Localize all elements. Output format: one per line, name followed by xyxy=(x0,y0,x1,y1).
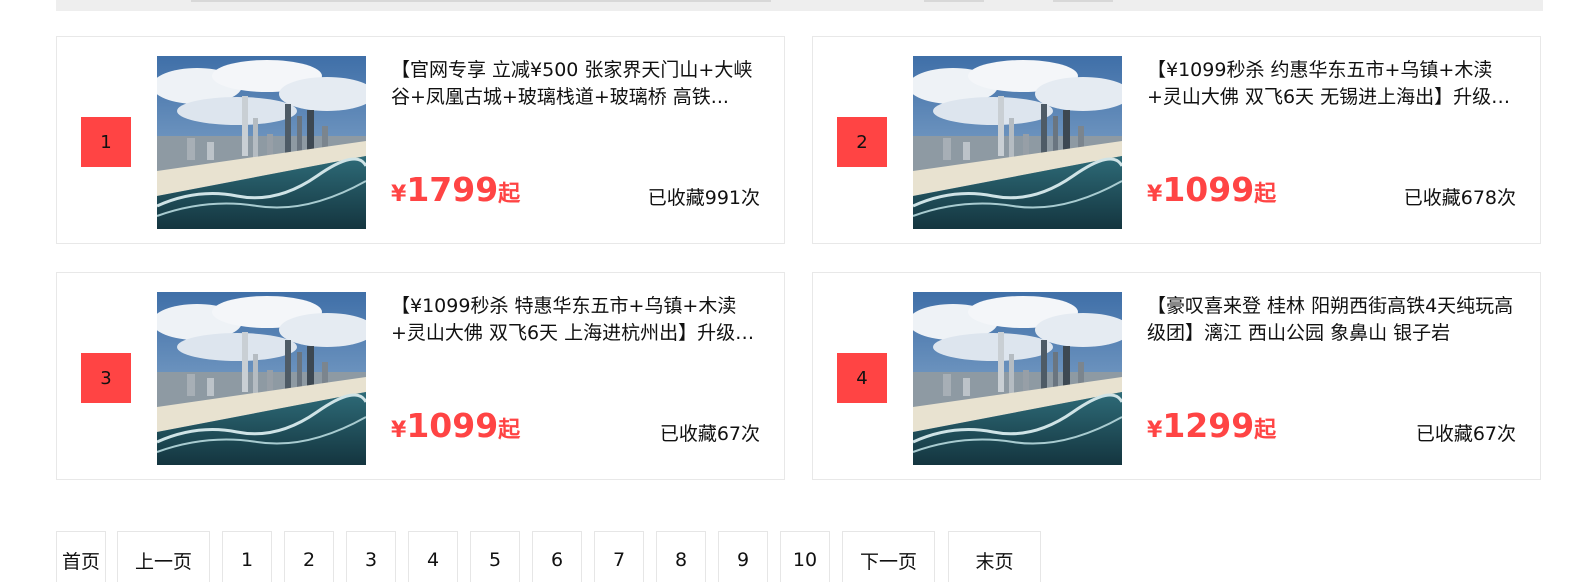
price-value: 1099 xyxy=(1162,170,1255,209)
price-value: 1299 xyxy=(1162,406,1255,445)
top-button-edge xyxy=(1053,0,1113,2)
page-button-2[interactable]: 2 xyxy=(284,531,334,582)
price-suffix: 起 xyxy=(1254,418,1277,443)
rank-badge: 4 xyxy=(837,353,887,403)
top-button-edge xyxy=(924,0,984,2)
price-currency: ¥ xyxy=(1147,418,1163,443)
price-currency: ¥ xyxy=(391,418,407,443)
product-image[interactable] xyxy=(913,56,1122,229)
product-title[interactable]: 【¥1099秒杀 特惠华东五市+乌镇+木渎+灵山大佛 双飞6天 上海进杭州出】升… xyxy=(391,293,763,347)
favorites-count: 已收藏678次 xyxy=(1403,187,1516,209)
rank-badge: 1 xyxy=(81,117,131,167)
product-image[interactable] xyxy=(913,292,1122,465)
product-image[interactable] xyxy=(157,56,366,229)
page-button-6[interactable]: 6 xyxy=(532,531,582,582)
price-suffix: 起 xyxy=(498,418,521,443)
price-suffix: 起 xyxy=(498,182,521,207)
price-suffix: 起 xyxy=(1254,182,1277,207)
page-button-4[interactable]: 4 xyxy=(408,531,458,582)
product-price: ¥1099起 xyxy=(391,406,520,445)
page-button-10[interactable]: 10 xyxy=(780,531,830,582)
page-button-7[interactable]: 7 xyxy=(594,531,644,582)
price-currency: ¥ xyxy=(1147,182,1163,207)
product-title[interactable]: 【官网专享 立减¥500 张家界天门山+大峡谷+凤凰古城+玻璃栈道+玻璃桥 高铁… xyxy=(391,57,763,111)
page-button-8[interactable]: 8 xyxy=(656,531,706,582)
price-value: 1799 xyxy=(406,170,499,209)
top-search-field-edge xyxy=(191,0,771,2)
product-title[interactable]: 【¥1099秒杀 约惠华东五市+乌镇+木渎+灵山大佛 双飞6天 无锡进上海出】升… xyxy=(1147,57,1519,111)
product-title[interactable]: 【豪叹喜来登 桂林 阳朔西街高铁4天纯玩高级团】漓江 西山公园 象鼻山 银子岩 xyxy=(1147,293,1519,347)
favorites-count: 已收藏67次 xyxy=(1415,423,1516,445)
product-image[interactable] xyxy=(157,292,366,465)
favorites-count: 已收藏991次 xyxy=(647,187,760,209)
product-price: ¥1099起 xyxy=(1147,170,1276,209)
product-price: ¥1299起 xyxy=(1147,406,1276,445)
page-button-1[interactable]: 1 xyxy=(222,531,272,582)
page-button-3[interactable]: 3 xyxy=(346,531,396,582)
prev-page-button[interactable]: 上一页 xyxy=(117,531,210,582)
rank-badge: 3 xyxy=(81,353,131,403)
page-button-5[interactable]: 5 xyxy=(470,531,520,582)
rank-badge: 2 xyxy=(837,117,887,167)
last-page-button[interactable]: 末页 xyxy=(948,531,1041,582)
product-card[interactable]: 2 【¥1099秒杀 约惠华东五市+乌镇+木渎+灵山大佛 双飞6天 无锡进上海出… xyxy=(812,36,1541,244)
product-price: ¥1799起 xyxy=(391,170,520,209)
product-card[interactable]: 3 【¥1099秒杀 特惠华东五市+乌镇+木渎+灵山大佛 双飞6天 上海进杭州出… xyxy=(56,272,785,480)
first-page-button[interactable]: 首页 xyxy=(56,531,106,582)
product-card[interactable]: 4 【豪叹喜来登 桂林 阳朔西街高铁4天纯玩高级团】漓江 西山公园 象鼻山 银子… xyxy=(812,272,1541,480)
next-page-button[interactable]: 下一页 xyxy=(842,531,935,582)
price-value: 1099 xyxy=(406,406,499,445)
price-currency: ¥ xyxy=(391,182,407,207)
favorites-count: 已收藏67次 xyxy=(659,423,760,445)
top-toolbar-strip xyxy=(56,0,1543,11)
product-card[interactable]: 1 【官网专享 立减¥500 张家界天门山+大峡谷+凤凰古城+玻璃栈道+玻璃桥 … xyxy=(56,36,785,244)
page-button-9[interactable]: 9 xyxy=(718,531,768,582)
